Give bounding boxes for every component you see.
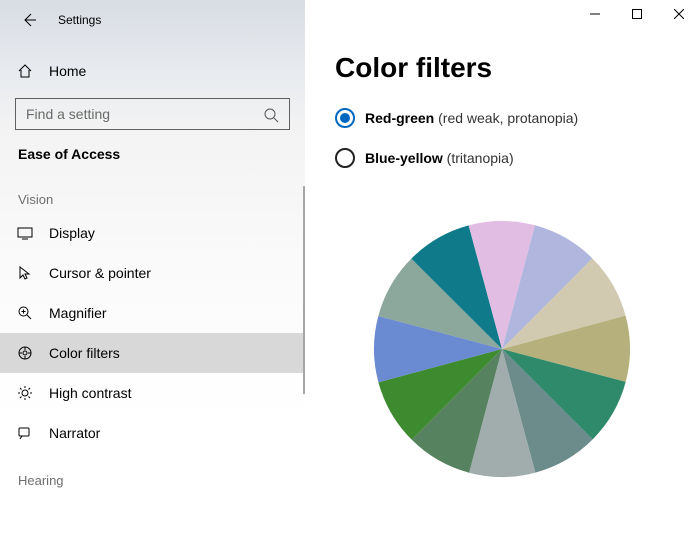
minimize-icon xyxy=(590,9,600,19)
radio-icon xyxy=(335,148,355,168)
main-area: Color filters Red-green (red weak, prota… xyxy=(305,0,700,553)
search-input[interactable] xyxy=(15,98,290,130)
close-icon xyxy=(674,9,684,19)
option-blue-yellow[interactable]: Blue-yellow (tritanopia) xyxy=(335,146,700,170)
nav-label: High contrast xyxy=(49,385,131,401)
option-red-green[interactable]: Red-green (red weak, protanopia) xyxy=(335,106,700,130)
nav-label: Magnifier xyxy=(49,305,107,321)
nav-label: Color filters xyxy=(49,345,120,361)
sidebar-item-highcontrast[interactable]: High contrast xyxy=(0,373,305,413)
magnifier-icon xyxy=(17,305,33,321)
settings-window: Settings Home Ease of Access Vision Disp… xyxy=(0,0,700,553)
sidebar-item-home[interactable]: Home xyxy=(0,54,305,88)
app-title: Settings xyxy=(58,13,101,27)
nav-label: Narrator xyxy=(49,425,100,441)
maximize-button[interactable] xyxy=(616,0,658,28)
sidebar: Settings Home Ease of Access Vision Disp… xyxy=(0,0,305,553)
home-icon xyxy=(17,63,33,79)
display-icon xyxy=(17,225,33,241)
sidebar-item-cursor[interactable]: Cursor & pointer xyxy=(0,253,305,293)
option-label: Blue-yellow (tritanopia) xyxy=(365,150,514,166)
option-label: Red-green (red weak, protanopia) xyxy=(365,110,578,126)
nav-label: Cursor & pointer xyxy=(49,265,151,281)
highcontrast-icon xyxy=(17,385,33,401)
radio-icon xyxy=(335,108,355,128)
sidebar-item-narrator[interactable]: Narrator xyxy=(0,413,305,453)
color-wheel-icon xyxy=(373,220,631,478)
page-title: Color filters xyxy=(335,52,700,84)
sidebar-item-display[interactable]: Display xyxy=(0,213,305,253)
page-content: Color filters Red-green (red weak, prota… xyxy=(305,40,700,483)
sidebar-item-magnifier[interactable]: Magnifier xyxy=(0,293,305,333)
arrow-left-icon xyxy=(21,12,37,28)
group-hearing: Hearing xyxy=(0,453,305,494)
maximize-icon xyxy=(632,9,642,19)
back-button[interactable] xyxy=(15,6,43,34)
minimize-button[interactable] xyxy=(574,0,616,28)
close-button[interactable] xyxy=(658,0,700,28)
narrator-icon xyxy=(17,425,33,441)
home-label: Home xyxy=(49,63,86,79)
color-wheel-preview xyxy=(373,220,700,483)
cursor-icon xyxy=(17,265,33,281)
titlebar-right xyxy=(305,0,700,40)
sidebar-item-colorfilters[interactable]: Color filters xyxy=(0,333,305,373)
nav-label: Display xyxy=(49,225,95,241)
search-container xyxy=(15,98,290,130)
category-title: Ease of Access xyxy=(0,130,305,172)
colorfilters-icon xyxy=(17,345,33,361)
group-vision: Vision xyxy=(0,172,305,213)
titlebar-left: Settings xyxy=(0,0,305,40)
color-filter-options: Red-green (red weak, protanopia) Blue-ye… xyxy=(335,106,700,170)
